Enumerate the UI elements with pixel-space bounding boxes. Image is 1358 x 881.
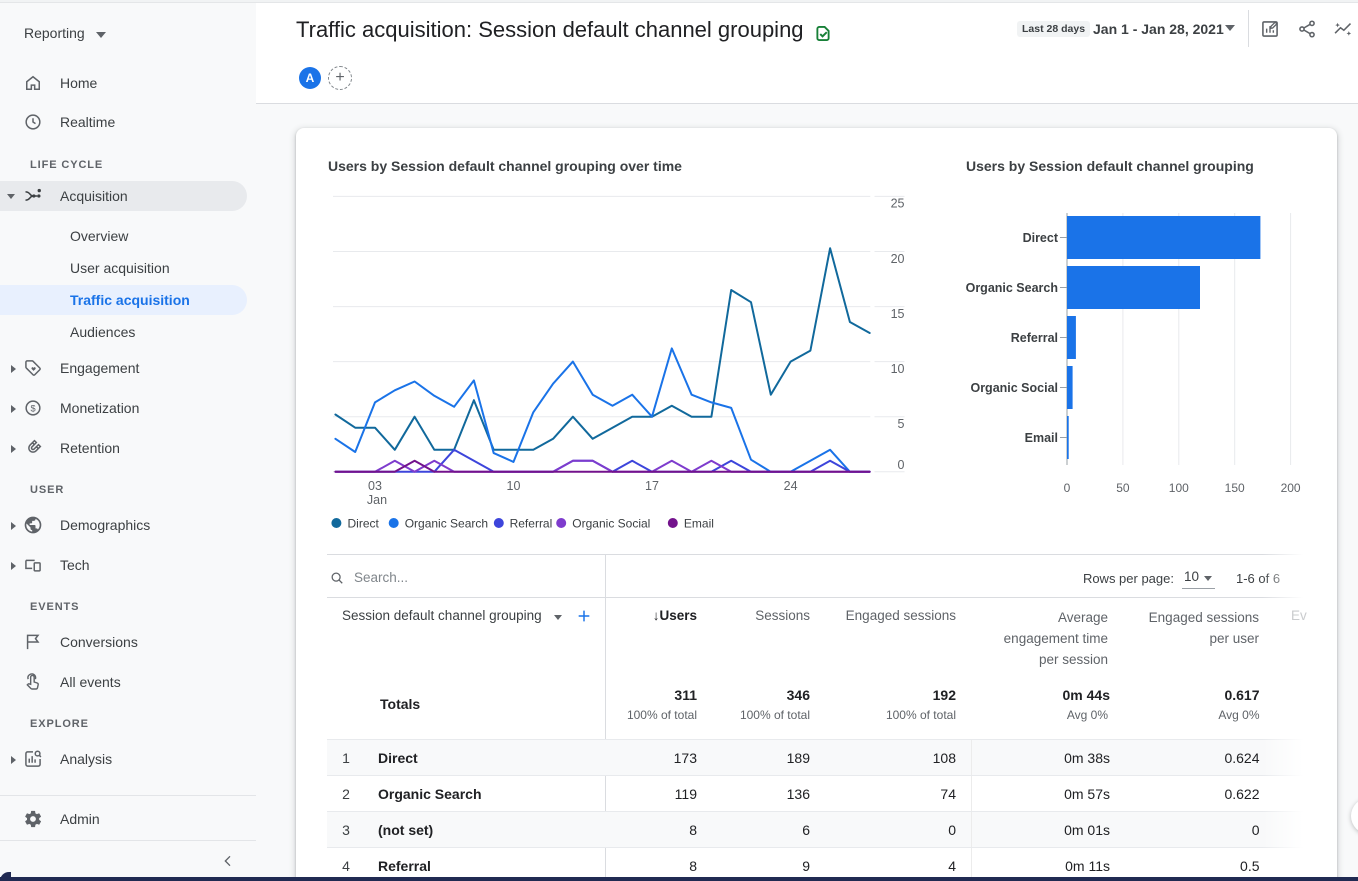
svg-text:Email: Email <box>1025 431 1058 445</box>
svg-text:200: 200 <box>1281 481 1301 495</box>
svg-text:$: $ <box>30 403 35 413</box>
svg-text:0: 0 <box>898 458 905 472</box>
svg-text:Referral: Referral <box>1011 331 1058 345</box>
svg-text:Organic Social: Organic Social <box>970 381 1058 395</box>
svg-text:100: 100 <box>1169 481 1189 495</box>
svg-text:Direct: Direct <box>348 517 380 531</box>
svg-text:03: 03 <box>368 479 382 493</box>
svg-text:24: 24 <box>784 479 798 493</box>
svg-text:Organic Social: Organic Social <box>572 517 650 531</box>
svg-text:Jan: Jan <box>367 493 387 507</box>
svg-text:150: 150 <box>1225 481 1245 495</box>
svg-text:25: 25 <box>891 197 905 211</box>
svg-text:10: 10 <box>891 362 905 376</box>
svg-text:20: 20 <box>891 252 905 266</box>
svg-text:Email: Email <box>684 517 714 531</box>
svg-text:10: 10 <box>507 479 521 493</box>
svg-text:50: 50 <box>1116 481 1130 495</box>
svg-text:Organic Search: Organic Search <box>405 517 488 531</box>
svg-text:0: 0 <box>1064 481 1071 495</box>
svg-text:17: 17 <box>645 479 659 493</box>
svg-text:Direct: Direct <box>1023 231 1059 245</box>
svg-text:5: 5 <box>898 417 905 431</box>
svg-text:15: 15 <box>891 307 905 321</box>
svg-text:Referral: Referral <box>510 517 553 531</box>
svg-text:Organic Search: Organic Search <box>966 281 1058 295</box>
